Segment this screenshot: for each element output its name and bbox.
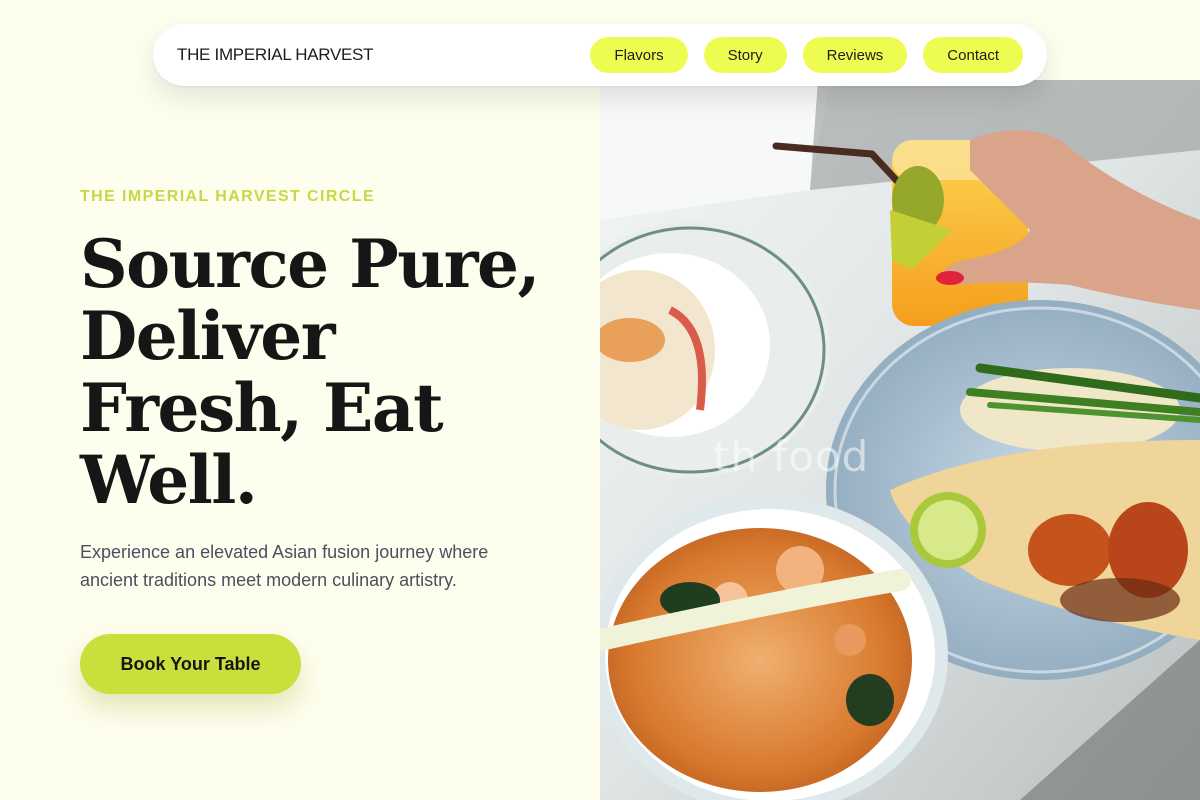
headline-line-1: Source Pure, <box>80 225 540 303</box>
top-navbar: THE IMPERIAL HARVEST Flavors Story Revie… <box>153 24 1047 86</box>
soup-shrimp <box>834 624 866 656</box>
lime-flesh <box>918 500 978 560</box>
hero-headline: Source Pure, Deliver Fresh, Eat Well. <box>80 228 560 516</box>
nav-link-flavors[interactable]: Flavors <box>590 37 688 73</box>
nav-link-reviews[interactable]: Reviews <box>802 37 908 73</box>
nav-links: Flavors Story Reviews Contact <box>590 37 1023 73</box>
nail <box>936 271 964 285</box>
book-table-button[interactable]: Book Your Table <box>80 634 301 694</box>
soup <box>608 528 912 792</box>
sauce <box>1060 578 1180 622</box>
nav-link-story[interactable]: Story <box>703 37 787 73</box>
headline-line-2: Deliver <box>80 297 335 375</box>
headline-line-4: Well. <box>80 441 258 519</box>
shrimp-1 <box>1028 514 1112 586</box>
hero-eyebrow: THE IMPERIAL HARVEST CIRCLE <box>80 188 376 205</box>
hero-food-photo: th food <box>600 80 1200 800</box>
headline-line-3: Fresh, Eat <box>80 369 444 447</box>
nav-link-contact[interactable]: Contact <box>923 37 1023 73</box>
food-illustration <box>600 80 1200 800</box>
soup-leaf-2 <box>846 674 894 726</box>
brand-logo-text[interactable]: THE IMPERIAL HARVEST <box>177 45 373 65</box>
hero-subtext: Experience an elevated Asian fusion jour… <box>80 542 489 590</box>
photo-watermark: th food <box>713 432 870 481</box>
